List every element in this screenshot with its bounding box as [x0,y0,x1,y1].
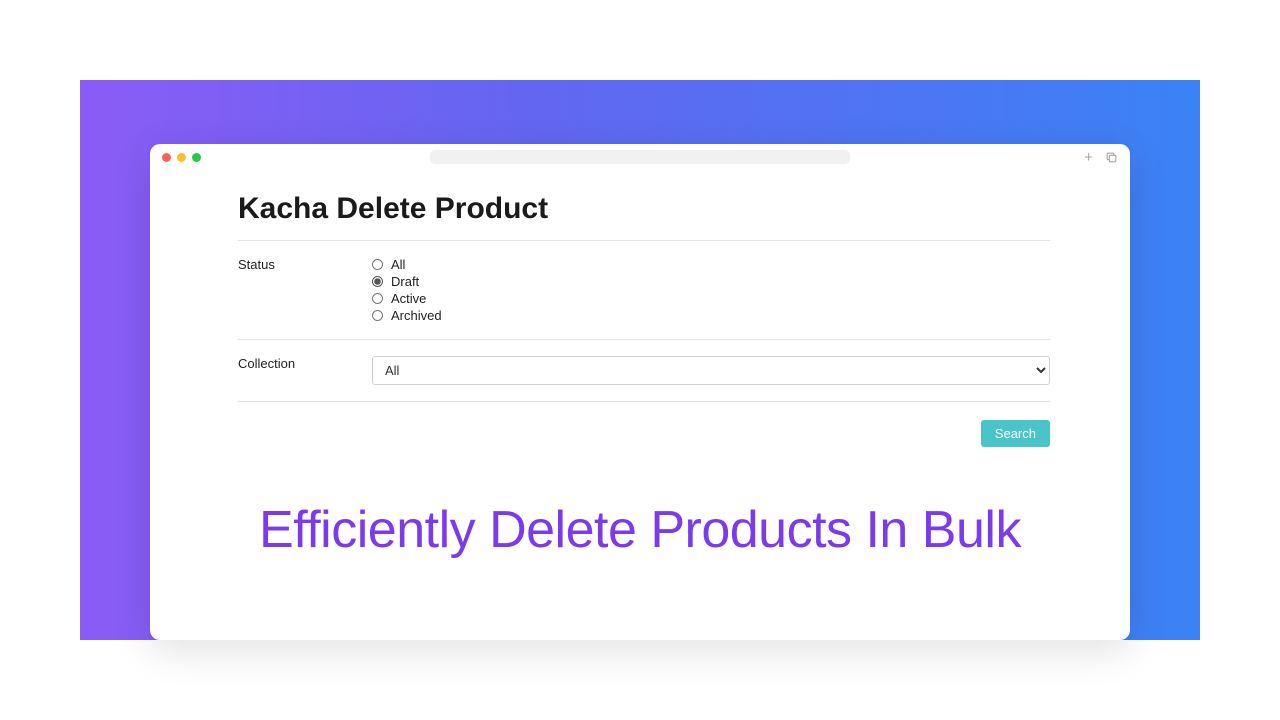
actions-row: Search [238,402,1050,447]
status-radio-draft[interactable] [372,276,383,287]
status-option-active[interactable]: Active [372,291,1050,306]
collection-select[interactable]: All [372,356,1050,385]
collection-label: Collection [238,356,372,385]
status-option-label: All [391,257,405,272]
status-option-draft[interactable]: Draft [372,274,1050,289]
minimize-window-button[interactable] [177,153,186,162]
marketing-tagline: Efficiently Delete Products In Bulk [80,500,1200,560]
maximize-window-button[interactable] [192,153,201,162]
close-window-button[interactable] [162,153,171,162]
status-option-all[interactable]: All [372,257,1050,272]
tabs-overview-icon[interactable] [1105,151,1118,164]
collection-row: Collection All [238,340,1050,401]
search-button[interactable]: Search [981,420,1050,447]
status-options: All Draft Active Archived [372,257,1050,323]
status-option-label: Archived [391,308,442,323]
status-option-label: Active [391,291,426,306]
status-row: Status All Draft Active Archived [238,241,1050,339]
page-content: Kacha Delete Product Status All Draft Ac… [150,170,1130,447]
status-radio-archived[interactable] [372,310,383,321]
browser-titlebar: + [150,144,1130,170]
status-radio-all[interactable] [372,259,383,270]
address-bar[interactable] [430,150,850,164]
status-option-archived[interactable]: Archived [372,308,1050,323]
status-radio-active[interactable] [372,293,383,304]
status-option-label: Draft [391,274,419,289]
status-label: Status [238,257,372,323]
new-tab-button[interactable]: + [1084,150,1093,165]
traffic-lights [162,153,201,162]
page-title: Kacha Delete Product [238,192,1050,226]
browser-window: + Kacha Delete Product Status All Dra [150,144,1130,640]
